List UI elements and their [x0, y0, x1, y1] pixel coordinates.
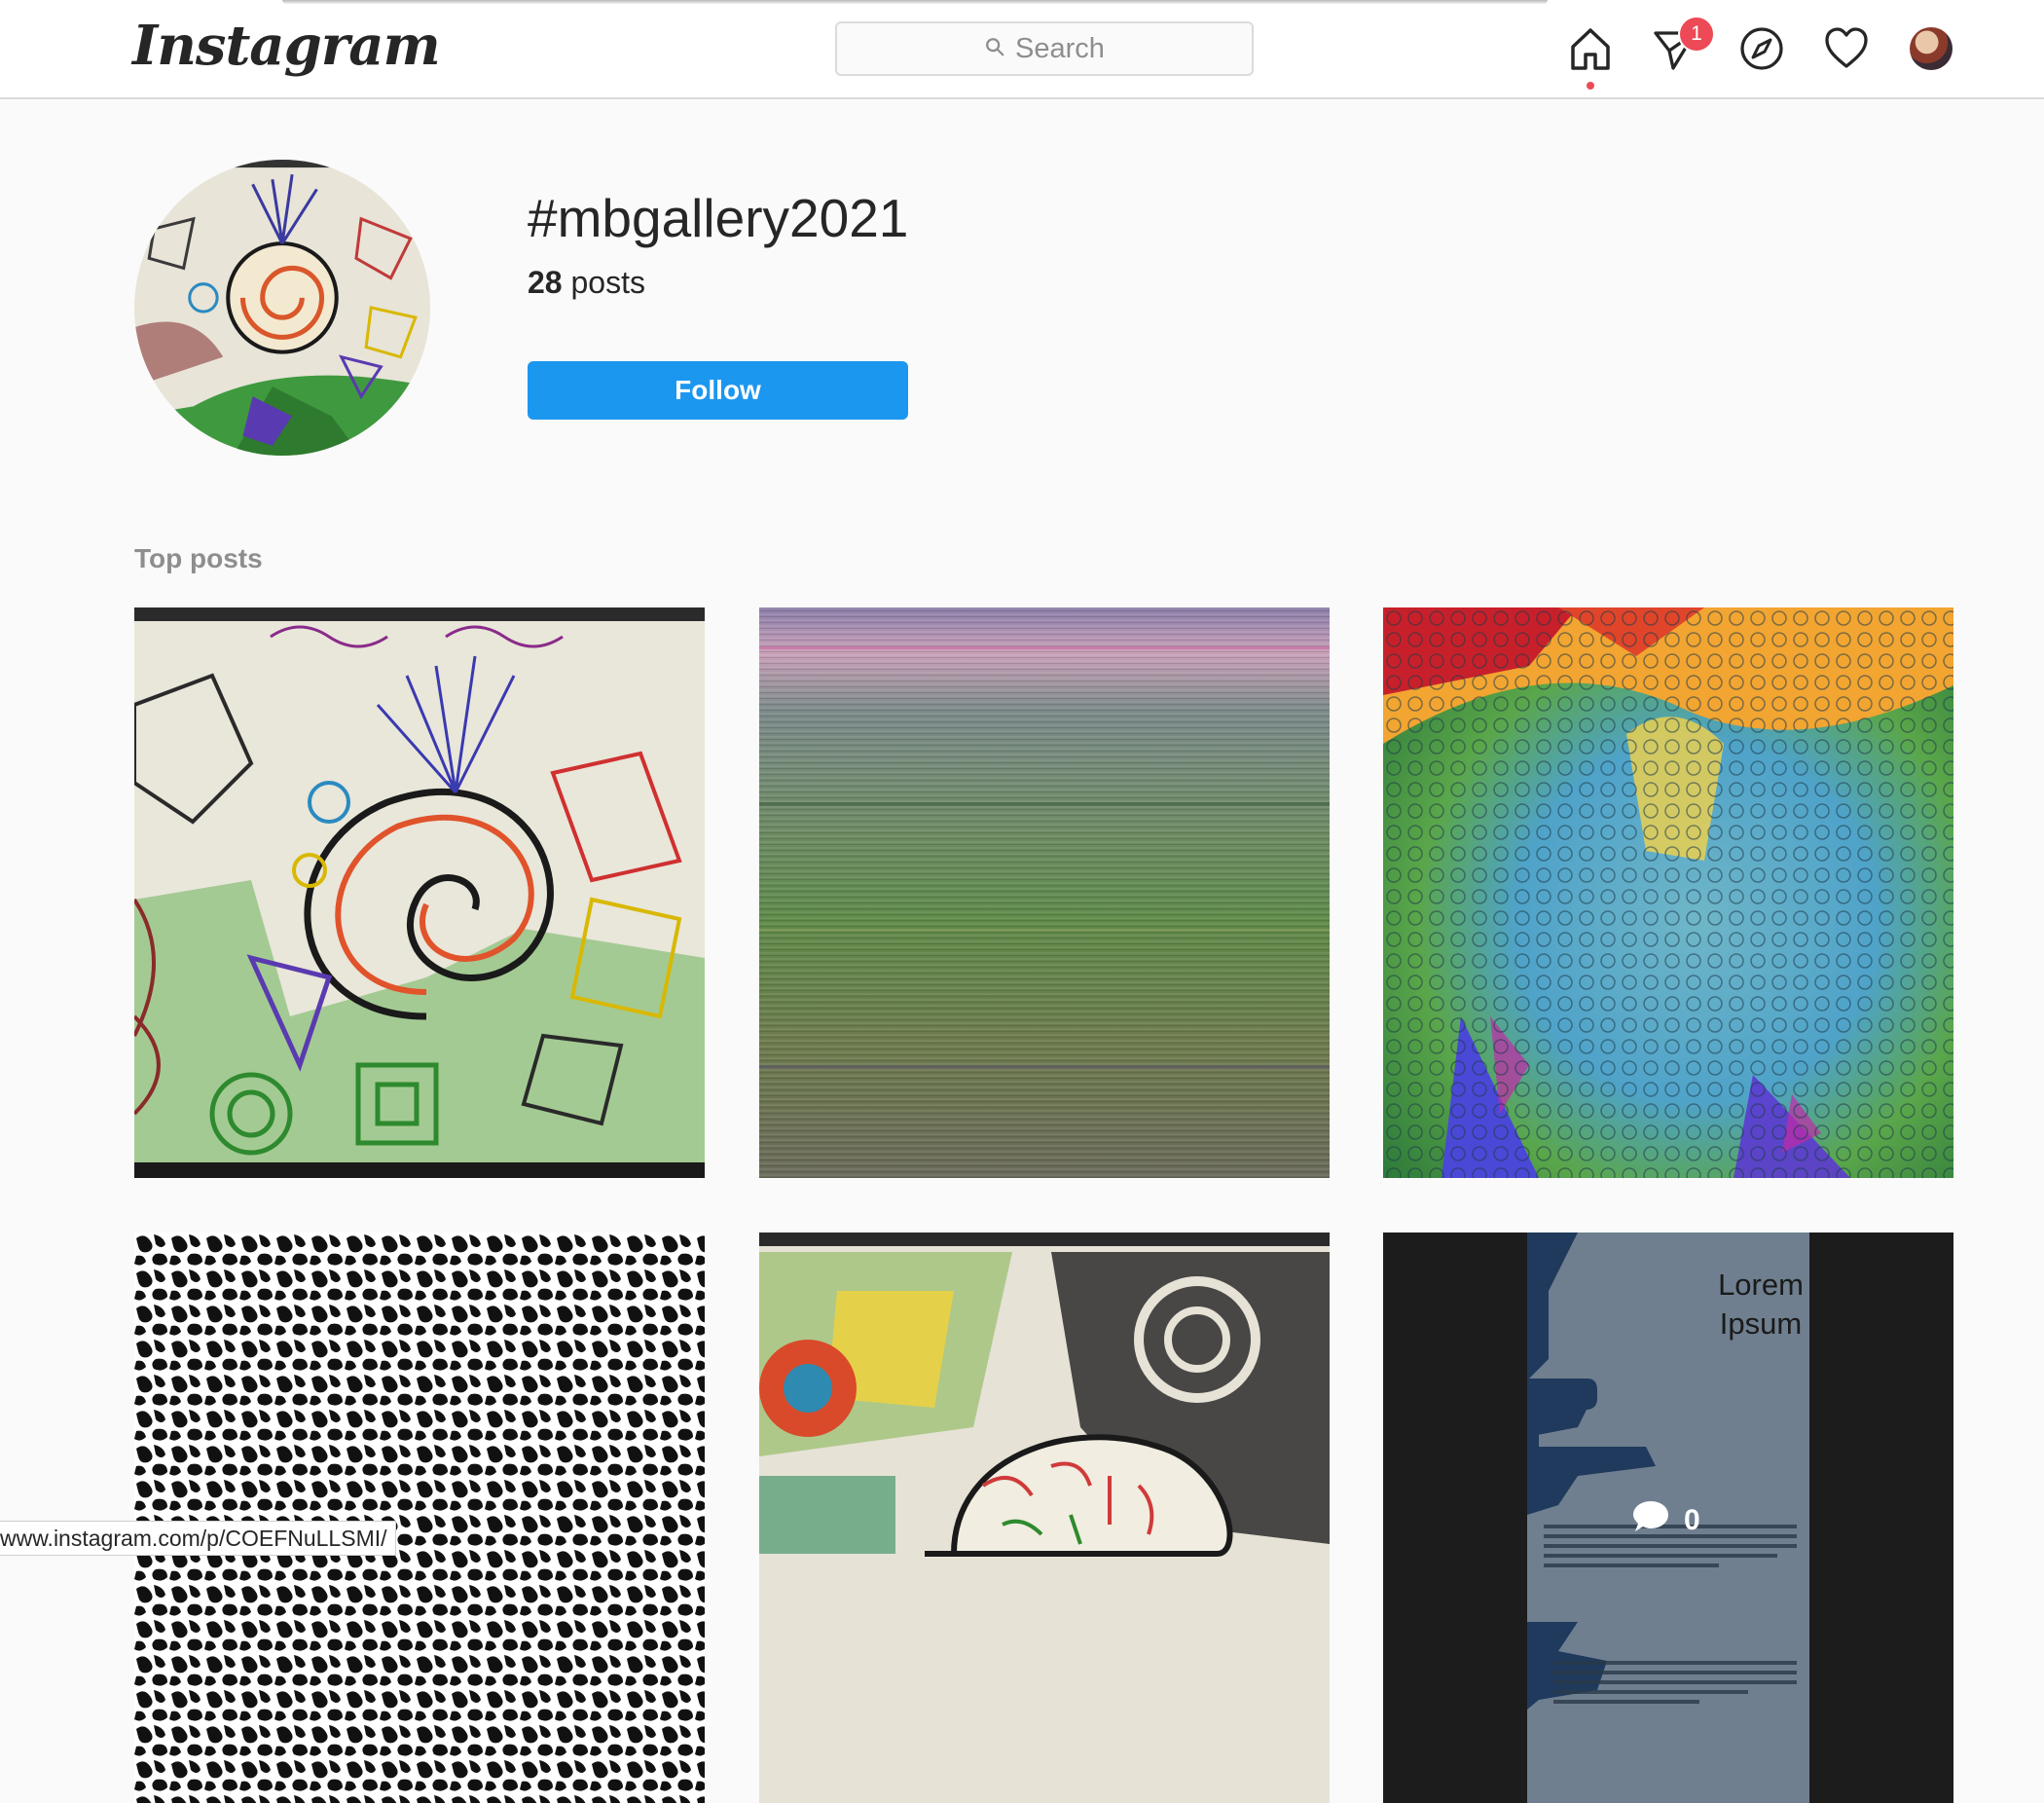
comment-count-overlay: 0 [1631, 1499, 1700, 1542]
posts-count: 28 posts [528, 265, 645, 301]
explore-compass-icon[interactable] [1738, 25, 1785, 72]
search-placeholder: Search [1015, 32, 1105, 64]
search-icon [984, 33, 1005, 65]
posts-label: posts [570, 265, 645, 300]
post-thumbnail[interactable] [1383, 607, 1953, 1178]
activity-heart-icon[interactable] [1823, 25, 1870, 72]
post-thumbnail[interactable] [134, 607, 705, 1178]
hashtag-title: #mbgallery2021 [528, 188, 909, 248]
instagram-logo[interactable]: Instagram [132, 14, 441, 78]
post-thumbnail[interactable] [759, 1233, 1330, 1803]
notification-badge: 1 [1678, 16, 1715, 53]
home-icon[interactable] [1567, 25, 1614, 72]
follow-button[interactable]: Follow [528, 361, 908, 420]
profile-avatar[interactable] [1910, 27, 1953, 70]
top-posts-heading: Top posts [134, 543, 263, 573]
post-thumbnail[interactable] [759, 607, 1330, 1178]
comment-bubble-icon [1631, 1499, 1670, 1542]
posts-number: 28 [528, 265, 563, 300]
comment-count: 0 [1684, 1504, 1700, 1536]
post-overlay-title-line1: Lorem [1718, 1268, 1804, 1302]
post-overlay-title: Lorem Ipsum [1678, 1266, 1843, 1343]
post-thumbnail[interactable] [134, 1233, 705, 1803]
top-navigation-bar: Instagram Search 1 [0, 0, 2044, 99]
link-status-bar: www.instagram.com/p/COEFNuLLSMI/ [0, 1521, 396, 1556]
hashtag-cover-image [134, 160, 430, 456]
home-active-indicator [1587, 82, 1594, 90]
search-input[interactable]: Search [835, 21, 1254, 76]
post-overlay-title-line2: Ipsum [1719, 1306, 1803, 1341]
scroll-shadow [282, 0, 1548, 4]
